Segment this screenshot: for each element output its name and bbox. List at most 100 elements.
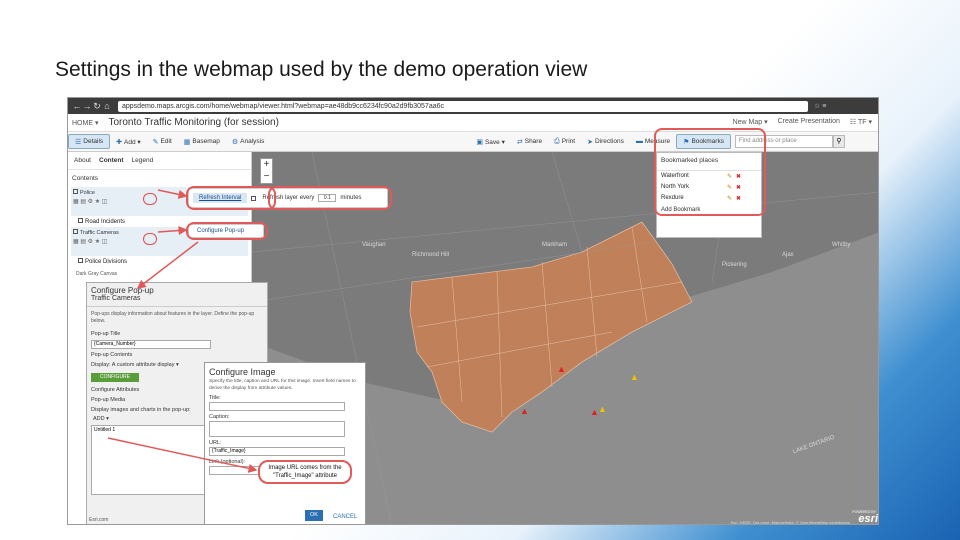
refresh-option-highlight <box>186 186 276 210</box>
map-label-ajax: Ajax <box>782 252 794 258</box>
layer-checkbox[interactable] <box>73 189 78 194</box>
reload-icon[interactable]: ↻ <box>92 101 102 112</box>
image-title-input[interactable] <box>209 402 345 411</box>
basemap-layer[interactable]: Dark Gray Canvas <box>76 271 243 277</box>
contents-heading: Contents <box>72 175 99 182</box>
basemap-label: Basemap <box>192 138 220 145</box>
edit-button[interactable]: ✎ Edit <box>147 138 178 146</box>
callout-line-2: "Traffic_Image" attribute <box>273 473 337 479</box>
share-label: Share <box>524 138 543 145</box>
layer-checkbox[interactable] <box>78 258 83 263</box>
directions-label: Directions <box>594 138 624 145</box>
basemap-button[interactable]: ▦ Basemap <box>178 138 226 146</box>
print-label: Print <box>561 138 576 145</box>
save-icon: ▣ <box>476 138 483 146</box>
configure-popup-layer: Traffic Cameras <box>87 295 267 307</box>
home-icon[interactable]: ⌂ <box>102 101 112 111</box>
analysis-icon: ⚙ <box>231 138 239 146</box>
map-label-pickering: Pickering <box>722 262 747 268</box>
add-button[interactable]: ✚ Add ▾ <box>110 138 147 146</box>
save-label: Save ▾ <box>484 138 505 146</box>
add-icon: ✚ <box>116 138 123 146</box>
forward-icon[interactable]: → <box>82 101 92 111</box>
more-options-highlight[interactable] <box>143 233 157 245</box>
details-icon: ☰ <box>75 138 82 146</box>
measure-icon: ▬ <box>635 138 643 145</box>
configure-option-highlight <box>186 222 268 240</box>
image-caption-input[interactable] <box>209 421 345 437</box>
browser-bar: ← → ↻ ⌂ appsdemo.maps.arcgis.com/home/we… <box>68 98 878 114</box>
search-icon[interactable]: ⚲ <box>832 135 845 148</box>
share-button[interactable]: ⇄ Share <box>511 138 548 146</box>
more-options-highlight[interactable] <box>143 193 157 205</box>
edit-label: Edit <box>160 138 172 145</box>
user-menu[interactable]: ☷ TF ▾ <box>850 118 872 126</box>
configure-image-title: Configure Image <box>209 367 276 377</box>
zoom-out-button[interactable]: − <box>261 171 272 183</box>
slide-title: Settings in the webmap used by the demo … <box>55 58 588 81</box>
bookmarks-highlight <box>654 128 766 216</box>
browser-menu-icon[interactable]: ☆ ≡ <box>814 102 826 110</box>
callout-line-1: Image URL comes from the <box>268 465 342 471</box>
image-url-label: URL: <box>209 440 222 446</box>
image-title-label: Title: <box>209 395 221 401</box>
details-button[interactable]: ☰ Details <box>68 134 111 149</box>
map-attribution: Esri, HERE, DeLorme, MapmyIndia, © OpenS… <box>730 520 850 525</box>
zoom-in-button[interactable]: + <box>261 159 272 171</box>
analysis-button[interactable]: ⚙ Analysis <box>226 138 271 146</box>
map-label-whitby: Whitby <box>832 242 851 248</box>
map-title: Toronto Traffic Monitoring (for session) <box>108 117 279 128</box>
popup-contents-label: Pop-up Contents <box>91 352 133 358</box>
layer-name: Traffic Cameras <box>80 230 119 236</box>
map-label-richmond-hill: Richmond Hill <box>412 252 450 258</box>
popup-title-input[interactable]: {Camera_Number} <box>91 340 211 349</box>
cancel-button[interactable]: CANCEL <box>333 514 357 520</box>
configure-popup-title: Configure Pop-up <box>91 286 154 295</box>
address-bar[interactable]: appsdemo.maps.arcgis.com/home/webmap/vie… <box>118 100 808 112</box>
layer-checkbox[interactable] <box>78 218 83 223</box>
footer-text: Esri.com <box>89 517 109 523</box>
print-icon: ⎙ <box>554 137 560 145</box>
configure-button[interactable]: CONFIGURE <box>91 373 139 382</box>
directions-button[interactable]: ➤ Directions <box>581 138 630 146</box>
sublayer-police-divisions: Police Divisions <box>85 259 128 265</box>
basemap-icon: ▦ <box>183 138 191 146</box>
configure-image-dialog: Configure Image Specify the title, capti… <box>204 362 366 524</box>
display-label: Display: <box>91 362 111 368</box>
save-button[interactable]: ▣ Save ▾ <box>470 138 511 146</box>
map-label-markham: Markham <box>542 242 568 248</box>
esri-logo[interactable]: esri <box>858 513 878 524</box>
incident-icon[interactable]: ▲ <box>520 406 529 416</box>
share-icon: ⇄ <box>516 138 523 146</box>
tab-about[interactable]: About <box>74 157 91 164</box>
layer-name: Police <box>80 190 95 196</box>
zoom-control: + − <box>260 158 273 184</box>
home-menu[interactable]: HOME ▾ <box>72 119 98 127</box>
add-label: Add ▾ <box>124 138 141 146</box>
panel-tabs: About Content Legend <box>68 152 251 170</box>
directions-icon: ➤ <box>587 138 593 146</box>
sublayer-road-incidents: Road Incidents <box>85 219 126 225</box>
new-map-menu[interactable]: New Map ▾ <box>733 118 768 126</box>
tab-legend[interactable]: Legend <box>132 157 154 164</box>
edit-icon: ✎ <box>152 138 159 146</box>
back-icon[interactable]: ← <box>72 101 82 111</box>
popup-title-label: Pop-up Title <box>91 331 121 337</box>
image-url-input[interactable]: {Traffic_Image} <box>209 447 345 456</box>
image-url-callout: Image URL comes from the "Traffic_Image"… <box>258 460 352 484</box>
display-select[interactable]: A custom attribute display ▾ <box>112 362 179 368</box>
details-label: Details <box>83 138 104 145</box>
warning-icon[interactable]: ▲ <box>598 404 607 414</box>
configure-image-desc: Specify the title, caption and URL for t… <box>209 379 356 391</box>
incident-icon[interactable]: ▲ <box>557 364 566 374</box>
analysis-label: Analysis <box>240 138 265 145</box>
header-right: New Map ▾ Create Presentation ☷ TF ▾ <box>733 118 872 126</box>
create-presentation-link[interactable]: Create Presentation <box>778 118 840 126</box>
map-label-vaughan: Vaughan <box>362 242 386 248</box>
image-caption-label: Caption: <box>209 414 230 420</box>
print-button[interactable]: ⎙ Print <box>548 138 581 146</box>
tab-content[interactable]: Content <box>99 157 124 164</box>
ok-button[interactable]: OK <box>305 510 323 521</box>
layer-checkbox[interactable] <box>73 229 78 234</box>
warning-icon[interactable]: ▲ <box>630 372 639 382</box>
